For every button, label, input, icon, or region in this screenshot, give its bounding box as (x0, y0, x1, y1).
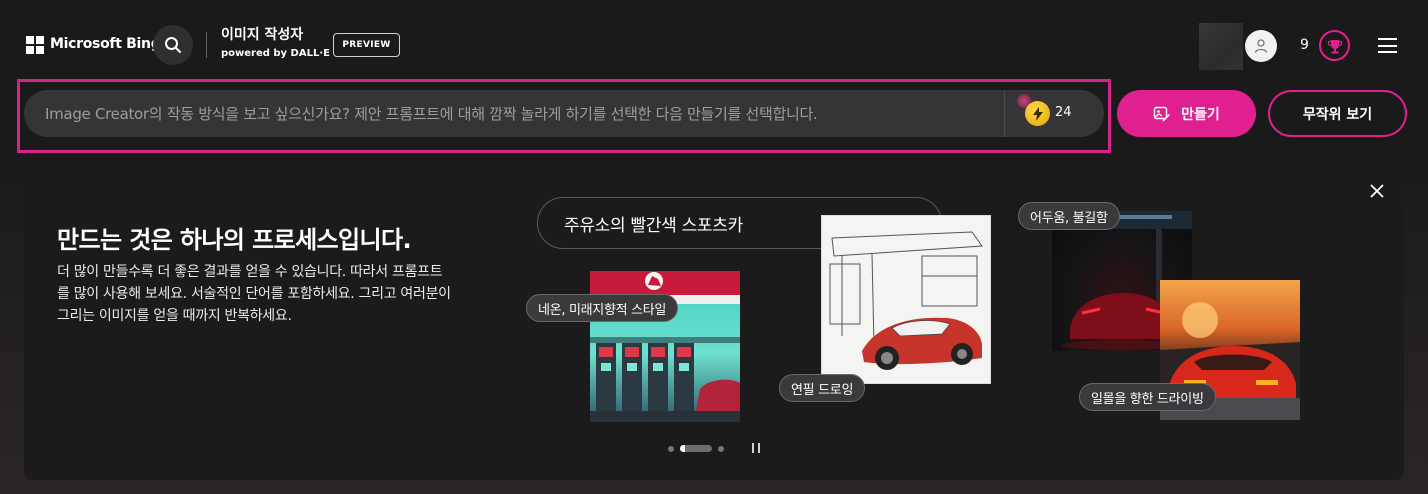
avatar[interactable] (1245, 30, 1277, 62)
tag-sunset-drive: 일몰을 향한 드라이빙 (1079, 383, 1216, 411)
pencil-sketch-image (821, 215, 991, 384)
user-name-placeholder[interactable] (1199, 23, 1243, 70)
carousel-dot[interactable] (718, 445, 724, 452)
panel-title: 만드는 것은 하나의 프로세스입니다. (57, 226, 412, 254)
onboarding-panel: 만드는 것은 하나의 프로세스입니다. 더 많이 만들수록 더 좋은 결과를 얻… (24, 164, 1404, 480)
carousel-dot-active[interactable] (680, 445, 712, 452)
carousel-dot[interactable] (668, 445, 674, 452)
tag-pencil-drawing: 연필 드로잉 (779, 374, 866, 402)
pause-icon[interactable] (752, 443, 760, 453)
hamburger-menu-icon[interactable] (1378, 38, 1397, 53)
rewards-button[interactable] (1319, 30, 1350, 61)
tag-dark-ominous: 어두움, 불길함 (1018, 202, 1120, 230)
surprise-me-label: 무작위 보기 (1302, 106, 1373, 123)
app-title[interactable]: 이미지 작성자 (221, 24, 303, 44)
search-icon (165, 37, 181, 53)
microsoft-logo-icon[interactable] (26, 36, 44, 54)
create-button-label: 만들기 (1181, 106, 1220, 123)
header-divider (206, 32, 207, 58)
prompt-box: 24 (24, 90, 1104, 137)
prompt-input[interactable] (45, 90, 995, 137)
trophy-icon (1327, 39, 1342, 53)
app-subtitle: powered by DALL·E (221, 48, 330, 59)
close-icon[interactable] (1368, 182, 1386, 200)
boost-count: 24 (1055, 105, 1072, 120)
preview-badge: PREVIEW (333, 33, 400, 57)
search-button[interactable] (153, 25, 193, 65)
user-icon (1254, 39, 1268, 53)
lightning-icon (1032, 106, 1043, 121)
boost-icon[interactable] (1025, 101, 1050, 126)
surprise-me-button[interactable]: 무작위 보기 (1268, 90, 1407, 137)
rewards-points[interactable]: 9 (1300, 37, 1309, 53)
tag-neon-style: 네온, 미래지향적 스타일 (526, 294, 679, 322)
panel-description: 더 많이 만들수록 더 좋은 결과를 얻을 수 있습니다. 따라서 프롬프트를 … (57, 264, 451, 324)
carousel-indicator (668, 445, 724, 452)
prompt-divider (1004, 90, 1005, 137)
create-button[interactable]: 만들기 (1117, 90, 1256, 137)
image-create-icon (1153, 106, 1171, 121)
brand-name[interactable]: Microsoft Bing (50, 36, 161, 52)
